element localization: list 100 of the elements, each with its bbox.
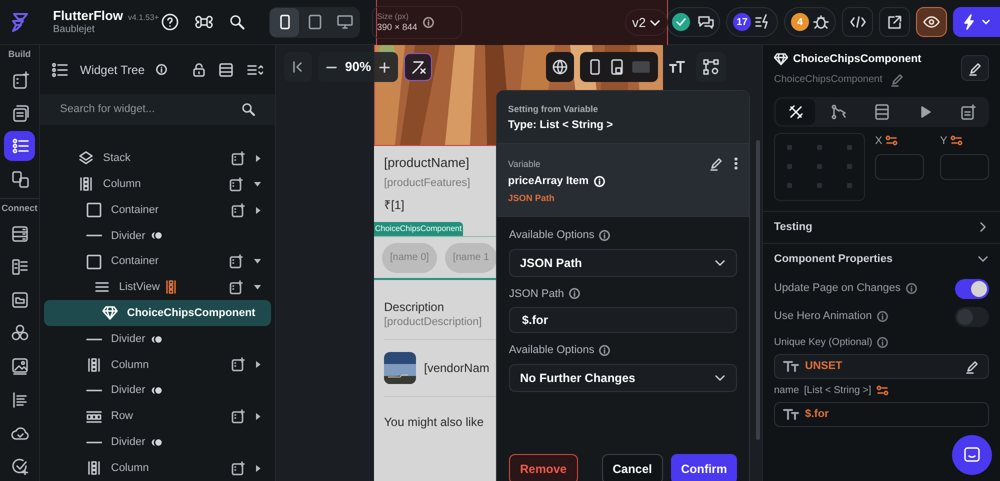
tree-item[interactable]: Column <box>44 171 271 198</box>
tree-item-label: Divider <box>111 228 146 244</box>
filter-tool-button[interactable] <box>404 53 432 81</box>
caret-right-icon[interactable] <box>256 361 261 368</box>
info-icon <box>906 283 917 294</box>
edit-button[interactable] <box>961 55 989 81</box>
tree-item[interactable]: Divider <box>44 429 271 456</box>
lock-icon[interactable] <box>193 62 205 77</box>
pencil-icon[interactable] <box>968 60 982 76</box>
value-field[interactable]: UNSET <box>774 354 989 378</box>
bug-icon <box>813 14 829 30</box>
command-icon[interactable] <box>195 13 213 31</box>
phone-icon[interactable] <box>588 59 602 75</box>
status-pill[interactable] <box>666 7 720 37</box>
search-icon[interactable] <box>229 14 245 30</box>
tree-item[interactable]: Container <box>44 197 271 223</box>
help-icon[interactable] <box>161 13 179 31</box>
widget-tree-icon <box>10 136 28 155</box>
more-vertical-icon[interactable] <box>734 157 738 170</box>
node-settings-button[interactable] <box>696 52 726 82</box>
cursor-branch-icon <box>830 104 846 120</box>
variable-settings-icon <box>876 384 890 396</box>
caret-down-icon[interactable] <box>254 284 261 290</box>
column-icon <box>166 280 176 294</box>
section-header[interactable]: Testing <box>774 218 812 236</box>
info-icon <box>594 176 605 187</box>
text-type-icon <box>783 408 799 420</box>
language-button[interactable] <box>546 52 574 82</box>
properties-tab[interactable] <box>776 98 815 124</box>
tree-item[interactable]: ChoiceChipsComponent <box>44 300 271 326</box>
tree-item[interactable]: Column <box>44 352 271 378</box>
tree-item-label: Divider <box>111 383 146 398</box>
phone-keyboard-icon[interactable] <box>610 59 624 75</box>
tree-item-label: ListView <box>119 280 160 296</box>
tree-item[interactable]: Stack <box>44 146 271 172</box>
image-icon <box>10 357 28 376</box>
input-field[interactable]: $.for <box>509 307 737 333</box>
status-pill[interactable]: 17 <box>726 7 778 37</box>
dropdown[interactable]: No Further Changes <box>509 364 737 392</box>
add-widget-icon[interactable] <box>231 150 246 166</box>
caret-down-icon[interactable] <box>254 259 261 264</box>
pencil-icon[interactable] <box>709 156 724 171</box>
panel-icon[interactable] <box>219 62 233 77</box>
tree-item[interactable]: Divider <box>44 378 271 404</box>
tree-item[interactable]: Column <box>44 455 271 481</box>
tree-item[interactable]: Container <box>44 248 271 275</box>
tree-item[interactable]: Row <box>44 404 271 430</box>
plus-icon[interactable] <box>379 62 390 72</box>
run-button[interactable] <box>953 7 1000 37</box>
tree-item[interactable]: Divider <box>44 326 271 352</box>
variable-settings-icon <box>885 135 898 146</box>
component-subtitle: ChoiceChipsComponent <box>774 72 882 86</box>
cancel-button[interactable]: Cancel <box>602 454 663 481</box>
sort-icon[interactable] <box>247 64 263 76</box>
square-icon <box>86 254 102 270</box>
zoom-control[interactable]: 90% <box>318 52 398 82</box>
tree-item[interactable]: ListView <box>44 274 271 300</box>
caret-right-icon[interactable] <box>256 413 261 420</box>
chat-button[interactable] <box>952 435 992 475</box>
property-label: Unique Key (Optional) <box>774 336 872 350</box>
add-widget-icon[interactable] <box>231 202 246 218</box>
pencil-icon[interactable] <box>965 358 980 374</box>
info-icon <box>877 336 888 348</box>
row-icon <box>86 408 102 425</box>
add-widget-icon[interactable] <box>231 357 246 372</box>
app-state-icon <box>10 258 28 276</box>
caret-right-icon[interactable] <box>256 154 261 162</box>
value-field[interactable]: $.for <box>774 402 989 426</box>
add-widget-icon[interactable] <box>231 460 246 476</box>
add-widget-icon[interactable] <box>229 254 244 270</box>
code-button[interactable] <box>842 7 873 37</box>
info-icon <box>423 17 434 28</box>
collapse-panel-button[interactable] <box>284 52 312 82</box>
toggle-switch[interactable] <box>955 306 989 326</box>
device-toggle[interactable] <box>270 8 299 36</box>
add-widget-icon[interactable] <box>231 409 246 424</box>
tree-item[interactable]: Divider <box>44 222 271 249</box>
tree-list-icon <box>52 62 68 77</box>
square-icon <box>86 202 102 218</box>
property-label: Use Hero Animation <box>774 309 872 324</box>
field-label: Available Options <box>509 343 594 358</box>
dropdown[interactable]: JSON Path <box>509 248 737 276</box>
confirm-button[interactable]: Confirm <box>671 454 737 481</box>
y-field[interactable] <box>940 154 989 180</box>
caret-down-icon[interactable] <box>254 182 261 187</box>
toggle-switch[interactable] <box>955 278 989 298</box>
caret-right-icon[interactable] <box>256 206 261 214</box>
section-header[interactable]: Component Properties <box>774 250 893 268</box>
x-field[interactable] <box>875 154 924 180</box>
remove-button[interactable]: Remove <box>509 454 578 481</box>
add-widget-icon[interactable] <box>229 176 244 192</box>
open-external-button[interactable] <box>879 7 910 37</box>
info-icon <box>569 288 580 300</box>
preview-button[interactable] <box>916 7 947 37</box>
caret-right-icon[interactable] <box>256 464 261 472</box>
rail-button[interactable] <box>4 130 35 162</box>
variable-caption: Variable <box>508 158 542 171</box>
add-widget-icon[interactable] <box>229 280 244 295</box>
search-field[interactable]: Search for widget... <box>40 94 275 124</box>
check-add-icon <box>10 456 28 475</box>
